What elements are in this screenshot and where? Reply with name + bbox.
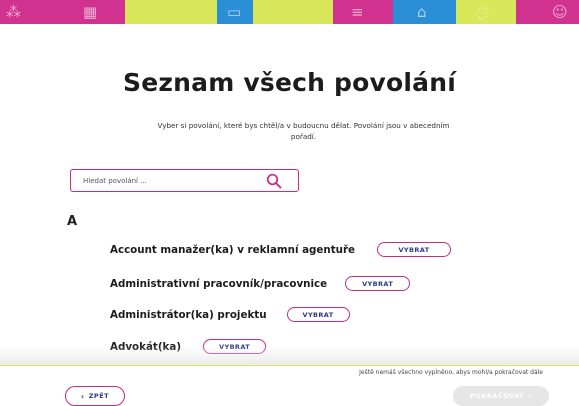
list-item: Administrátor(ka) projektu VYBRAT — [110, 307, 350, 322]
chat-icon: ◌ — [476, 3, 490, 21]
search-input[interactable]: Hledat povolání ... — [70, 169, 299, 192]
incomplete-notice: Ještě nemáš všechno vyplněno, abys mohl/… — [359, 369, 543, 376]
banner-segment-monitor: ▭ — [217, 0, 253, 24]
banner-segment-lime-2 — [253, 0, 333, 24]
select-button[interactable]: VYBRAT — [286, 307, 350, 322]
alphabet-letter-heading: A — [67, 214, 78, 229]
back-button[interactable]: ‹ ZPĚT — [65, 386, 125, 406]
building-icon: ▦ — [83, 3, 98, 21]
house-icon: ⌂ — [417, 3, 427, 21]
select-button[interactable]: VYBRAT — [377, 242, 452, 257]
monitor-icon: ▭ — [227, 3, 242, 21]
person-icon: ☺ — [552, 3, 568, 21]
continue-button[interactable]: POKRAČOVAT › — [453, 386, 549, 406]
page-subtitle: Vyber si povolání, které bys chtěl/a v b… — [157, 121, 450, 141]
top-banner: ⁂ ▦ ▭ ≡ ⌂ ◌ ☺ — [0, 0, 579, 24]
back-label: ZPĚT — [88, 392, 110, 400]
continue-label: POKRAČOVAT — [470, 392, 525, 400]
banner-segment-chart: ≡ — [333, 0, 393, 24]
banner-segment-building: ▦ — [63, 0, 125, 24]
banner-segment-dna: ⁂ — [0, 0, 63, 24]
banner-segment-lime-1 — [125, 0, 217, 24]
banner-segment-person: ☺ — [516, 0, 579, 24]
chevron-left-icon: ‹ — [80, 391, 85, 401]
page-title: Seznam všech povolání — [123, 68, 456, 97]
banner-segment-chat: ◌ — [456, 0, 516, 24]
banner-segment-house: ⌂ — [393, 0, 456, 24]
select-button[interactable]: VYBRAT — [345, 276, 411, 291]
occupation-name: Administrátor(ka) projektu — [110, 308, 267, 321]
chevron-right-icon: › — [528, 391, 532, 401]
list-item: Administrativní pracovník/pracovnice VYB… — [110, 276, 411, 291]
list-item: Account manažer(ka) v reklamní agentuře … — [110, 242, 452, 257]
search-icon[interactable] — [266, 173, 282, 189]
bottom-fade — [0, 345, 579, 367]
chart-icon: ≡ — [351, 3, 364, 21]
occupation-name: Account manažer(ka) v reklamní agentuře — [110, 243, 356, 256]
occupation-name: Administrativní pracovník/pracovnice — [110, 277, 328, 290]
dna-icon: ⁂ — [6, 3, 21, 21]
